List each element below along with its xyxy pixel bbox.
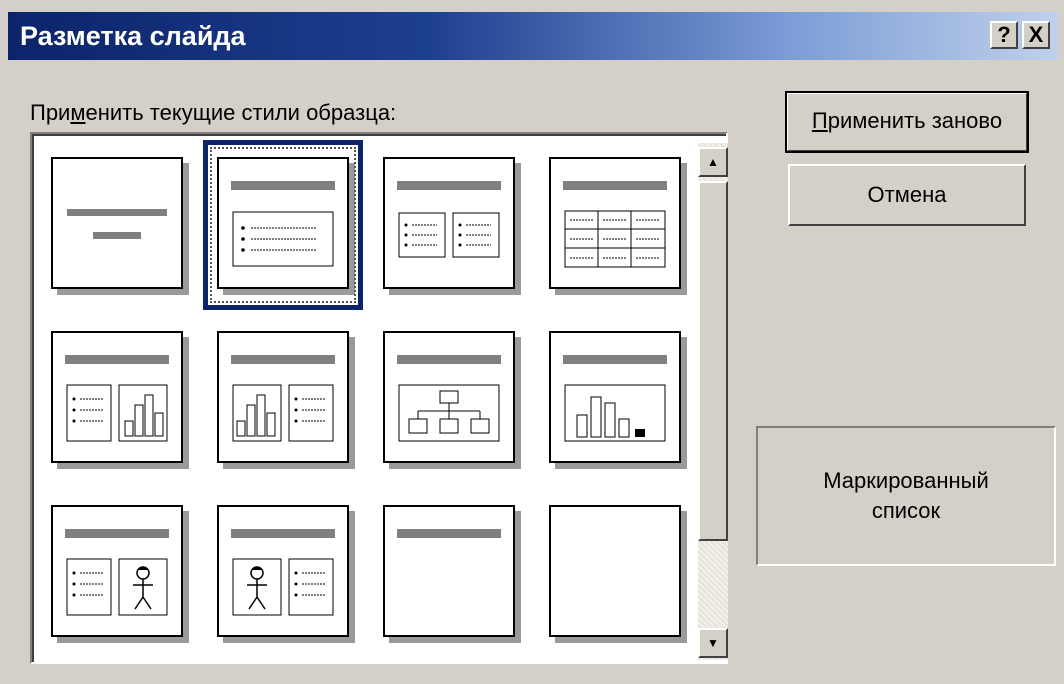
- slide-layout-dialog: Разметка слайда ? X Применить текущие ст…: [0, 0, 1064, 684]
- window-title: Разметка слайда: [20, 21, 246, 51]
- scroll-up-button[interactable]: ▲: [698, 147, 728, 177]
- scroll-thumb[interactable]: [698, 181, 728, 541]
- layout-clip-art-and-text[interactable]: [217, 505, 349, 637]
- layout-two-column-text[interactable]: [383, 157, 515, 289]
- layout-title-only[interactable]: [383, 505, 515, 637]
- layout-org-chart[interactable]: [383, 331, 515, 463]
- layout-description-line2: список: [871, 498, 941, 523]
- scroll-down-button[interactable]: ▼: [698, 628, 728, 658]
- layout-title-slide[interactable]: [51, 157, 183, 289]
- layout-chart-and-text[interactable]: [217, 331, 349, 463]
- layout-chart[interactable]: [549, 331, 681, 463]
- text-and-chart-icon: [65, 355, 169, 442]
- layout-table[interactable]: [549, 157, 681, 289]
- layout-caption: Применить текущие стили образца:: [30, 100, 397, 125]
- text-and-clip-art-icon: [65, 529, 169, 616]
- help-button[interactable]: ?: [990, 21, 1018, 49]
- vertical-scrollbar[interactable]: ▲ ▼: [698, 143, 728, 660]
- two-column-text-icon: [397, 181, 501, 258]
- org-chart-icon: [397, 355, 501, 442]
- title-only-icon: [397, 529, 501, 538]
- apply-again-button[interactable]: Применить заново: [785, 91, 1029, 153]
- layout-text-and-chart[interactable]: [51, 331, 183, 463]
- layout-description-panel: Маркированный список: [756, 426, 1056, 566]
- layout-description-line1: Маркированный: [823, 468, 989, 493]
- layout-blank[interactable]: [549, 505, 681, 637]
- clip-art-and-text-icon: [231, 529, 335, 616]
- arrow-up-icon: ▲: [707, 155, 719, 169]
- selection-focus-frame: [203, 140, 363, 310]
- table-icon: [563, 181, 667, 268]
- close-button[interactable]: X: [1022, 21, 1050, 49]
- chart-and-text-icon: [231, 355, 335, 442]
- title-bar: Разметка слайда ? X: [8, 12, 1058, 60]
- cancel-button[interactable]: Отмена: [788, 164, 1026, 226]
- title-slide-icon: [67, 209, 167, 239]
- layout-text-and-clip-art[interactable]: [51, 505, 183, 637]
- chart-layout-icon: [563, 355, 667, 442]
- arrow-down-icon: ▼: [707, 636, 719, 650]
